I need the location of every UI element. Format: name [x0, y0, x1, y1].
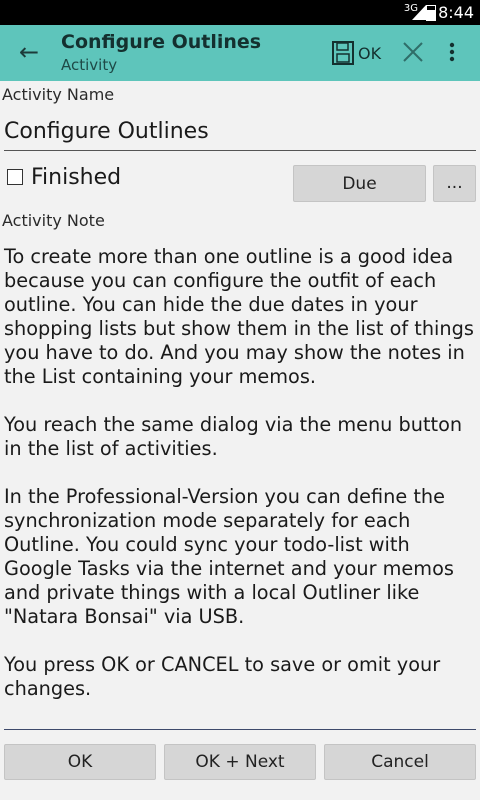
more-options-button[interactable]: ... — [433, 165, 476, 202]
status-bar: 3G 8:44 — [0, 0, 480, 25]
save-ok-label: OK — [358, 43, 382, 63]
activity-name-label: Activity Name — [2, 85, 115, 104]
save-ok-button[interactable]: OK — [332, 39, 381, 67]
battery-icon — [426, 5, 436, 21]
page-subtitle: Activity — [61, 56, 118, 74]
activity-note-field[interactable]: To create more than one outline is a goo… — [4, 245, 476, 730]
back-arrow-icon[interactable]: ← — [14, 37, 44, 67]
signal-icon — [412, 5, 426, 20]
activity-name-field[interactable]: Configure Outlines — [4, 112, 476, 151]
ok-button[interactable]: OK — [4, 744, 156, 780]
cancel-action-button[interactable] — [402, 41, 424, 67]
more-vert-icon — [449, 42, 455, 62]
cancel-button[interactable]: Cancel — [324, 744, 476, 780]
checkbox-box[interactable] — [7, 169, 23, 185]
page-title: Configure Outlines — [61, 31, 262, 53]
overflow-menu-button[interactable] — [448, 41, 456, 67]
save-icon — [332, 41, 354, 65]
ok-next-button[interactable]: OK + Next — [164, 744, 316, 780]
finished-label: Finished — [31, 164, 122, 190]
due-button[interactable]: Due — [293, 165, 426, 202]
clock: 8:44 — [438, 3, 474, 22]
finished-checkbox[interactable]: Finished — [7, 163, 121, 191]
close-icon — [403, 42, 423, 62]
activity-note-label: Activity Note — [2, 211, 105, 230]
action-bar: ← Configure Outlines Activity OK — [0, 25, 480, 81]
title-block: Configure Outlines Activity — [61, 31, 261, 74]
